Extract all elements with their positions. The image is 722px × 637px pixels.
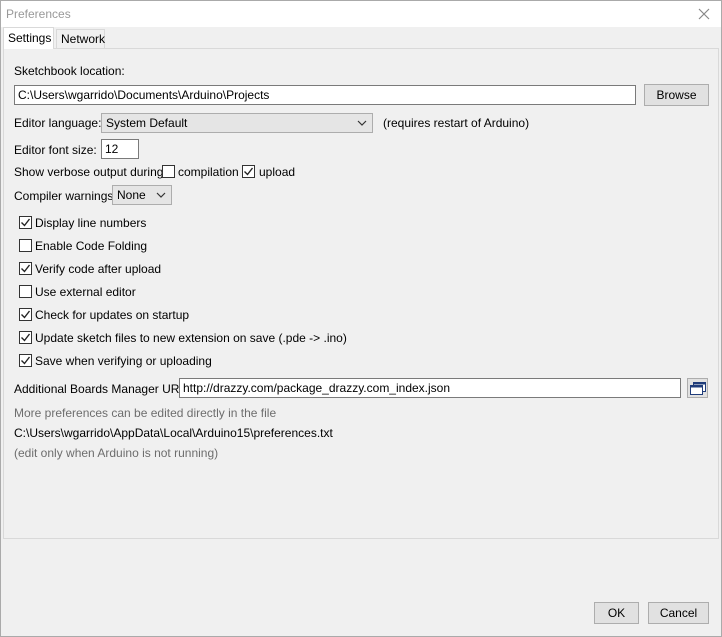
- tab-strip: Settings Network: [3, 27, 719, 49]
- compiler-warnings-value: None: [117, 188, 146, 202]
- compiler-warnings-select[interactable]: None: [112, 185, 172, 205]
- display-line-numbers-checkbox[interactable]: [19, 216, 32, 229]
- enable-code-folding-label: Enable Code Folding: [35, 239, 148, 253]
- use-external-editor-checkbox[interactable]: [19, 285, 32, 298]
- sketchbook-location-input[interactable]: C:\Users\wgarrido\Documents\Arduino\Proj…: [14, 85, 636, 105]
- check-icon: [21, 333, 31, 342]
- boards-url-label: Additional Boards Manager URLs:: [14, 382, 196, 396]
- ok-button[interactable]: OK: [594, 602, 639, 624]
- browse-button[interactable]: Browse: [644, 84, 709, 106]
- verbose-compilation-checkbox[interactable]: [162, 165, 175, 178]
- chevron-down-icon: [156, 192, 166, 198]
- editor-language-select[interactable]: System Default: [101, 113, 373, 133]
- verbose-label: Show verbose output during:: [14, 165, 167, 179]
- verify-after-upload-checkbox[interactable]: [19, 262, 32, 275]
- close-button[interactable]: [687, 1, 721, 27]
- edit-note-text: (edit only when Arduino is not running): [14, 446, 219, 460]
- enable-code-folding-checkbox[interactable]: [19, 239, 32, 252]
- preferences-file-path[interactable]: C:\Users\wgarrido\AppData\Local\Arduino1…: [14, 426, 333, 440]
- check-icon: [21, 310, 31, 319]
- check-updates-checkbox[interactable]: [19, 308, 32, 321]
- settings-panel: Sketchbook location: C:\Users\wgarrido\D…: [3, 48, 719, 539]
- tab-network[interactable]: Network: [56, 29, 105, 49]
- verbose-upload-label: upload: [259, 165, 296, 179]
- editor-language-value: System Default: [106, 116, 188, 130]
- font-size-label: Editor font size:: [14, 143, 97, 157]
- window-title: Preferences: [6, 7, 71, 21]
- save-when-verifying-label: Save when verifying or uploading: [35, 354, 212, 368]
- check-updates-label: Check for updates on startup: [35, 308, 190, 322]
- preferences-window: Preferences Settings Network Sketchbook …: [0, 0, 722, 637]
- cancel-button[interactable]: Cancel: [648, 602, 709, 624]
- check-icon: [21, 218, 31, 227]
- chevron-down-icon: [357, 120, 367, 126]
- boards-url-input[interactable]: http://drazzy.com/package_drazzy.com_ind…: [179, 378, 681, 398]
- save-when-verifying-checkbox[interactable]: [19, 354, 32, 367]
- check-icon: [21, 264, 31, 273]
- check-icon: [21, 356, 31, 365]
- verify-after-upload-label: Verify code after upload: [35, 262, 162, 276]
- update-sketch-extension-checkbox[interactable]: [19, 331, 32, 344]
- close-icon: [698, 8, 710, 20]
- more-preferences-text: More preferences can be edited directly …: [14, 406, 277, 420]
- check-icon: [244, 167, 254, 176]
- display-line-numbers-label: Display line numbers: [35, 216, 147, 230]
- font-size-input[interactable]: 12: [101, 139, 139, 159]
- editor-language-note: (requires restart of Arduino): [383, 116, 530, 130]
- editor-language-label: Editor language:: [14, 116, 102, 130]
- sketchbook-label: Sketchbook location:: [14, 64, 125, 78]
- update-sketch-extension-label: Update sketch files to new extension on …: [35, 331, 347, 345]
- verbose-compilation-label: compilation: [178, 165, 239, 179]
- window-icon: [689, 381, 706, 395]
- tab-settings[interactable]: Settings: [3, 27, 54, 49]
- title-bar: Preferences: [1, 1, 721, 27]
- edit-urls-button[interactable]: [687, 378, 708, 398]
- compiler-warnings-label: Compiler warnings:: [14, 189, 117, 203]
- use-external-editor-label: Use external editor: [35, 285, 136, 299]
- verbose-upload-checkbox[interactable]: [242, 165, 255, 178]
